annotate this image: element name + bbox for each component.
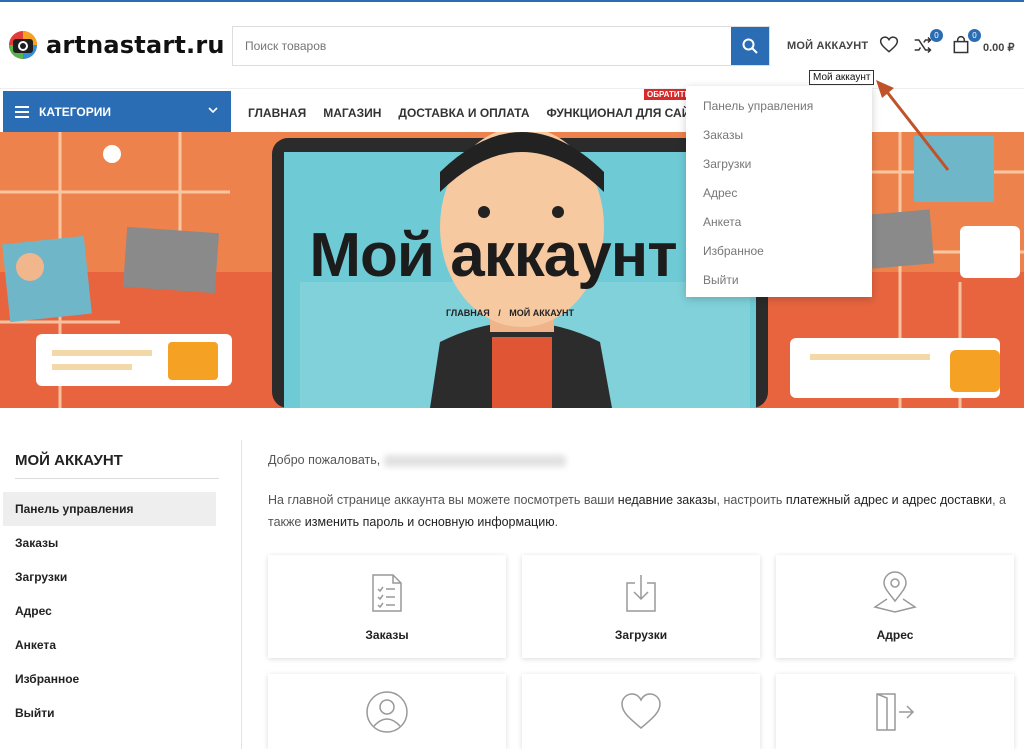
compare-count-badge: 0 [930,29,943,42]
dashboard-card-orders[interactable]: Заказы [268,555,506,658]
sidebar-item-dashboard[interactable]: Панель управления [3,492,216,526]
location-icon [776,571,1014,613]
dashboard-card-wishlist[interactable] [522,674,760,749]
dropdown-item-orders[interactable]: Заказы [686,121,872,150]
recent-orders-link[interactable]: недавние заказы [618,493,717,507]
wishlist-button[interactable] [879,35,901,57]
redacted-username [383,454,566,467]
cart-button[interactable]: 0 [951,29,981,57]
chevron-down-icon [208,107,218,114]
sidebar-item-wishlist[interactable]: Избранное [3,662,233,696]
search-input[interactable] [233,27,731,65]
breadcrumb-separator: / [498,308,501,318]
dashboard-card-address[interactable]: Адрес [776,555,1014,658]
dropdown-item-wishlist[interactable]: Избранное [686,237,872,266]
search-icon [742,38,758,54]
address-link[interactable]: платежный адрес и адрес доставки [786,493,992,507]
sidebar-divider [15,478,219,479]
dashboard-intro: На главной странице аккаунта вы можете п… [268,489,1018,533]
sidebar-item-downloads[interactable]: Загрузки [3,560,233,594]
welcome-text: Добро пожаловать, [268,453,381,467]
user-icon [268,690,506,734]
sidebar-item-orders[interactable]: Заказы [3,526,233,560]
dashboard-card-profile[interactable] [268,674,506,749]
logout-icon [776,692,1014,732]
card-label-address: Адрес [876,628,914,642]
cart-count-badge: 0 [968,29,981,42]
card-label-downloads: Загрузки [614,628,668,642]
dropdown-item-profile[interactable]: Анкета [686,208,872,237]
sidebar-item-logout[interactable]: Выйти [3,696,233,730]
dropdown-item-dashboard[interactable]: Панель управления [686,92,872,121]
welcome-message: Добро пожаловать, [268,453,566,467]
sidebar-title: МОЙ АККАУНТ [15,452,123,469]
account-tooltip: Мой аккаунт [809,70,875,85]
categories-button[interactable]: КАТЕГОРИИ [3,91,231,133]
search-button[interactable] [731,27,769,65]
camera-logo-icon [9,31,37,59]
download-icon [522,573,760,613]
nav-item-delivery[interactable]: ДОСТАВКА И ОПЛАТА [398,106,529,120]
dropdown-item-address[interactable]: Адрес [686,179,872,208]
edit-account-link[interactable]: изменить пароль и основную информацию [305,515,555,529]
logo-text: artnastart.ru [46,31,225,59]
account-dropdown-menu: Панель управления Заказы Загрузки Адрес … [686,86,872,297]
dropdown-item-downloads[interactable]: Загрузки [686,150,872,179]
nav-item-home[interactable]: ГЛАВНАЯ [248,106,306,120]
cart-total[interactable]: 0.00 ₽ [983,41,1014,54]
sidebar-item-address[interactable]: Адрес [3,594,233,628]
dashboard-card-downloads[interactable]: Загрузки [522,555,760,658]
intro-text-2: , настроить [716,493,786,507]
search-bar [232,26,770,66]
annotation-arrow [876,80,950,171]
nav-menu: ГЛАВНАЯ МАГАЗИН ДОСТАВКА И ОПЛАТА ФУНКЦИ… [248,106,715,120]
dropdown-item-logout[interactable]: Выйти [686,266,872,295]
content-separator [241,440,242,749]
heart-icon [522,692,760,732]
nav-item-shop[interactable]: МАГАЗИН [323,106,381,120]
dashboard-card-logout[interactable] [776,674,1014,749]
heart-icon [879,36,899,53]
breadcrumb: ГЛАВНАЯ / МОЙ АККАУНТ [0,308,1020,318]
compare-button[interactable]: 0 [913,29,943,57]
site-logo[interactable]: artnastart.ru [6,28,225,62]
intro-text-1: На главной странице аккаунта вы можете п… [268,493,618,507]
categories-label: КАТЕГОРИИ [39,105,111,119]
menu-icon [15,103,29,121]
account-sidebar: МОЙ АККАУНТ Панель управления Заказы Заг… [3,440,233,730]
intro-text-4: . [554,515,559,529]
my-account-link[interactable]: МОЙ АККАУНТ [787,40,868,52]
breadcrumb-current: МОЙ АККАУНТ [509,308,574,318]
orders-icon [268,573,506,613]
card-label-orders: Заказы [365,628,409,642]
breadcrumb-home[interactable]: ГЛАВНАЯ [446,308,490,318]
sidebar-item-profile[interactable]: Анкета [3,628,233,662]
